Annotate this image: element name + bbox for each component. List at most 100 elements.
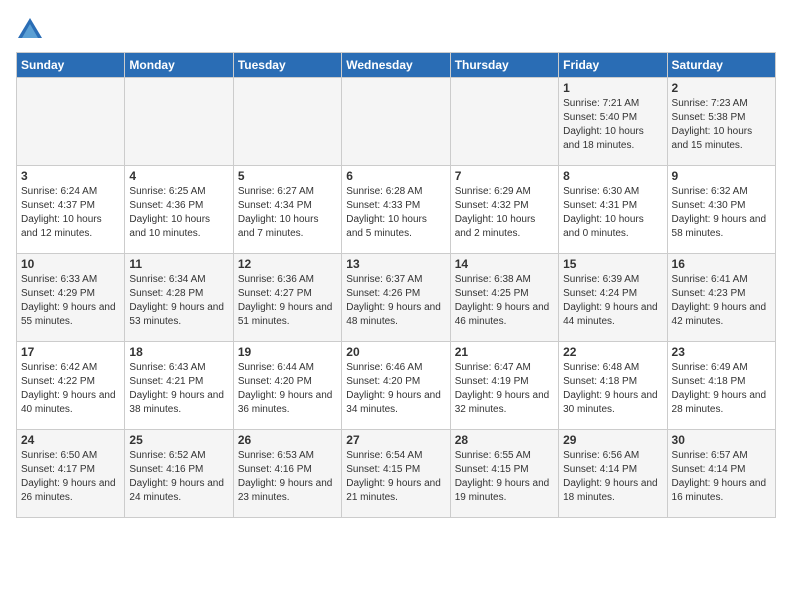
day-info: Sunrise: 7:23 AM Sunset: 5:38 PM Dayligh…	[672, 97, 771, 153]
day-info: Sunrise: 6:43 AM Sunset: 4:21 PM Dayligh…	[129, 361, 228, 417]
day-info: Sunrise: 6:29 AM Sunset: 4:32 PM Dayligh…	[455, 185, 554, 241]
calendar-cell: 7 Sunrise: 6:29 AM Sunset: 4:32 PM Daylig…	[450, 166, 558, 254]
header-saturday: Saturday	[667, 53, 775, 78]
calendar-cell	[342, 78, 450, 166]
day-number: 10	[21, 257, 120, 271]
day-number: 22	[563, 345, 662, 359]
calendar-cell: 2 Sunrise: 7:23 AM Sunset: 5:38 PM Daylig…	[667, 78, 775, 166]
day-info: Sunrise: 7:21 AM Sunset: 5:40 PM Dayligh…	[563, 97, 662, 153]
day-info: Sunrise: 6:41 AM Sunset: 4:23 PM Dayligh…	[672, 273, 771, 329]
calendar-cell: 30 Sunrise: 6:57 AM Sunset: 4:14 PM Dayli…	[667, 430, 775, 518]
header-row: SundayMondayTuesdayWednesdayThursdayFrid…	[17, 53, 776, 78]
calendar-cell: 3 Sunrise: 6:24 AM Sunset: 4:37 PM Daylig…	[17, 166, 125, 254]
week-row-2: 10 Sunrise: 6:33 AM Sunset: 4:29 PM Dayli…	[17, 254, 776, 342]
calendar-table: SundayMondayTuesdayWednesdayThursdayFrid…	[16, 52, 776, 518]
day-number: 15	[563, 257, 662, 271]
day-number: 9	[672, 169, 771, 183]
day-number: 4	[129, 169, 228, 183]
day-number: 30	[672, 433, 771, 447]
calendar-cell: 11 Sunrise: 6:34 AM Sunset: 4:28 PM Dayli…	[125, 254, 233, 342]
calendar-cell: 20 Sunrise: 6:46 AM Sunset: 4:20 PM Dayli…	[342, 342, 450, 430]
day-info: Sunrise: 6:37 AM Sunset: 4:26 PM Dayligh…	[346, 273, 445, 329]
calendar-cell	[17, 78, 125, 166]
day-info: Sunrise: 6:52 AM Sunset: 4:16 PM Dayligh…	[129, 449, 228, 505]
header-friday: Friday	[559, 53, 667, 78]
calendar-cell: 9 Sunrise: 6:32 AM Sunset: 4:30 PM Daylig…	[667, 166, 775, 254]
week-row-0: 1 Sunrise: 7:21 AM Sunset: 5:40 PM Daylig…	[17, 78, 776, 166]
calendar-cell: 29 Sunrise: 6:56 AM Sunset: 4:14 PM Dayli…	[559, 430, 667, 518]
calendar-cell: 4 Sunrise: 6:25 AM Sunset: 4:36 PM Daylig…	[125, 166, 233, 254]
day-number: 13	[346, 257, 445, 271]
calendar-cell: 18 Sunrise: 6:43 AM Sunset: 4:21 PM Dayli…	[125, 342, 233, 430]
day-info: Sunrise: 6:42 AM Sunset: 4:22 PM Dayligh…	[21, 361, 120, 417]
calendar-cell: 24 Sunrise: 6:50 AM Sunset: 4:17 PM Dayli…	[17, 430, 125, 518]
day-number: 28	[455, 433, 554, 447]
day-number: 11	[129, 257, 228, 271]
day-info: Sunrise: 6:32 AM Sunset: 4:30 PM Dayligh…	[672, 185, 771, 241]
day-number: 24	[21, 433, 120, 447]
day-info: Sunrise: 6:46 AM Sunset: 4:20 PM Dayligh…	[346, 361, 445, 417]
day-info: Sunrise: 6:53 AM Sunset: 4:16 PM Dayligh…	[238, 449, 337, 505]
calendar-cell	[125, 78, 233, 166]
calendar-cell: 28 Sunrise: 6:55 AM Sunset: 4:15 PM Dayli…	[450, 430, 558, 518]
header-wednesday: Wednesday	[342, 53, 450, 78]
calendar-cell: 10 Sunrise: 6:33 AM Sunset: 4:29 PM Dayli…	[17, 254, 125, 342]
day-number: 7	[455, 169, 554, 183]
day-info: Sunrise: 6:30 AM Sunset: 4:31 PM Dayligh…	[563, 185, 662, 241]
calendar-cell: 21 Sunrise: 6:47 AM Sunset: 4:19 PM Dayli…	[450, 342, 558, 430]
day-number: 1	[563, 81, 662, 95]
day-info: Sunrise: 6:39 AM Sunset: 4:24 PM Dayligh…	[563, 273, 662, 329]
day-info: Sunrise: 6:55 AM Sunset: 4:15 PM Dayligh…	[455, 449, 554, 505]
day-number: 20	[346, 345, 445, 359]
day-info: Sunrise: 6:50 AM Sunset: 4:17 PM Dayligh…	[21, 449, 120, 505]
week-row-1: 3 Sunrise: 6:24 AM Sunset: 4:37 PM Daylig…	[17, 166, 776, 254]
calendar-cell: 6 Sunrise: 6:28 AM Sunset: 4:33 PM Daylig…	[342, 166, 450, 254]
day-number: 23	[672, 345, 771, 359]
day-number: 6	[346, 169, 445, 183]
calendar-cell: 27 Sunrise: 6:54 AM Sunset: 4:15 PM Dayli…	[342, 430, 450, 518]
day-number: 2	[672, 81, 771, 95]
day-info: Sunrise: 6:47 AM Sunset: 4:19 PM Dayligh…	[455, 361, 554, 417]
day-number: 16	[672, 257, 771, 271]
header-monday: Monday	[125, 53, 233, 78]
day-info: Sunrise: 6:33 AM Sunset: 4:29 PM Dayligh…	[21, 273, 120, 329]
calendar-cell: 14Sunrise: 6:38 AM Sunset: 4:25 PM Dayli…	[450, 254, 558, 342]
day-number: 27	[346, 433, 445, 447]
week-row-3: 17 Sunrise: 6:42 AM Sunset: 4:22 PM Dayli…	[17, 342, 776, 430]
day-number: 21	[455, 345, 554, 359]
calendar-cell: 19Sunrise: 6:44 AM Sunset: 4:20 PM Dayli…	[233, 342, 341, 430]
day-number: 8	[563, 169, 662, 183]
day-info: Sunrise: 6:44 AM Sunset: 4:20 PM Dayligh…	[238, 361, 337, 417]
day-info: Sunrise: 6:27 AM Sunset: 4:34 PM Dayligh…	[238, 185, 337, 241]
calendar-cell	[233, 78, 341, 166]
day-info: Sunrise: 6:24 AM Sunset: 4:37 PM Dayligh…	[21, 185, 120, 241]
day-number: 3	[21, 169, 120, 183]
day-info: Sunrise: 6:34 AM Sunset: 4:28 PM Dayligh…	[129, 273, 228, 329]
header-thursday: Thursday	[450, 53, 558, 78]
day-info: Sunrise: 6:36 AM Sunset: 4:27 PM Dayligh…	[238, 273, 337, 329]
day-info: Sunrise: 6:57 AM Sunset: 4:14 PM Dayligh…	[672, 449, 771, 505]
calendar-cell: 15 Sunrise: 6:39 AM Sunset: 4:24 PM Dayli…	[559, 254, 667, 342]
calendar-cell: 1 Sunrise: 7:21 AM Sunset: 5:40 PM Daylig…	[559, 78, 667, 166]
calendar-cell: 25 Sunrise: 6:52 AM Sunset: 4:16 PM Dayli…	[125, 430, 233, 518]
header-sunday: Sunday	[17, 53, 125, 78]
day-number: 17	[21, 345, 120, 359]
day-info: Sunrise: 6:56 AM Sunset: 4:14 PM Dayligh…	[563, 449, 662, 505]
page-header	[16, 16, 776, 44]
day-number: 18	[129, 345, 228, 359]
day-info: Sunrise: 6:28 AM Sunset: 4:33 PM Dayligh…	[346, 185, 445, 241]
day-info: Sunrise: 6:38 AM Sunset: 4:25 PM Dayligh…	[455, 273, 554, 329]
calendar-cell: 23Sunrise: 6:49 AM Sunset: 4:18 PM Dayli…	[667, 342, 775, 430]
day-number: 25	[129, 433, 228, 447]
calendar-cell: 22Sunrise: 6:48 AM Sunset: 4:18 PM Dayli…	[559, 342, 667, 430]
calendar-cell: 13 Sunrise: 6:37 AM Sunset: 4:26 PM Dayli…	[342, 254, 450, 342]
day-number: 29	[563, 433, 662, 447]
logo	[16, 16, 48, 44]
day-info: Sunrise: 6:54 AM Sunset: 4:15 PM Dayligh…	[346, 449, 445, 505]
header-tuesday: Tuesday	[233, 53, 341, 78]
day-info: Sunrise: 6:25 AM Sunset: 4:36 PM Dayligh…	[129, 185, 228, 241]
calendar-cell	[450, 78, 558, 166]
calendar-cell: 5Sunrise: 6:27 AM Sunset: 4:34 PM Daylig…	[233, 166, 341, 254]
calendar-cell: 12Sunrise: 6:36 AM Sunset: 4:27 PM Dayli…	[233, 254, 341, 342]
calendar-cell: 8 Sunrise: 6:30 AM Sunset: 4:31 PM Daylig…	[559, 166, 667, 254]
